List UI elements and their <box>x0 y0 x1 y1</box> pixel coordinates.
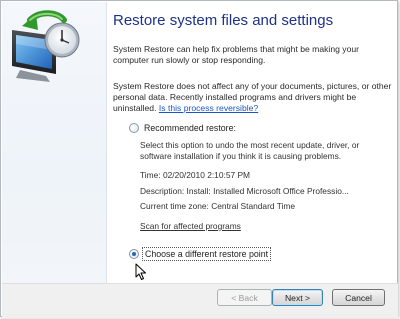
reversible-link[interactable]: Is this process reversible? <box>159 103 258 113</box>
different-restore-radio[interactable] <box>129 249 139 259</box>
recommended-restore-label: Recommended restore: <box>144 123 236 133</box>
recommended-restore-radio[interactable] <box>129 123 139 133</box>
intro-paragraph-2: System Restore does not affect any of yo… <box>113 81 393 114</box>
different-restore-label: Choose a different restore point <box>141 247 272 261</box>
restore-description: Description: Install: Installed Microsof… <box>140 186 349 196</box>
back-button[interactable]: < Back <box>217 289 272 306</box>
next-button[interactable]: Next > <box>272 289 323 306</box>
intro-paragraph: System Restore can help fix problems tha… <box>113 44 359 65</box>
restore-time: Time: 02/20/2010 2:10:57 PM <box>140 170 251 180</box>
page-title: Restore system files and settings <box>113 12 334 29</box>
system-restore-icon <box>12 10 80 82</box>
left-pane <box>2 2 107 283</box>
cancel-button[interactable]: Cancel <box>332 289 385 306</box>
mouse-pointer-icon <box>135 263 146 280</box>
recommended-restore-option[interactable]: Recommended restore: <box>129 123 236 133</box>
recommended-description: Select this option to undo the most rece… <box>140 140 360 161</box>
different-restore-option[interactable]: Choose a different restore point <box>129 247 272 261</box>
time-zone: Current time zone: Central Standard Time <box>140 201 296 211</box>
scan-affected-programs-link[interactable]: Scan for affected programs <box>140 221 241 232</box>
system-restore-window: Restore system files and settings System… <box>0 0 398 318</box>
